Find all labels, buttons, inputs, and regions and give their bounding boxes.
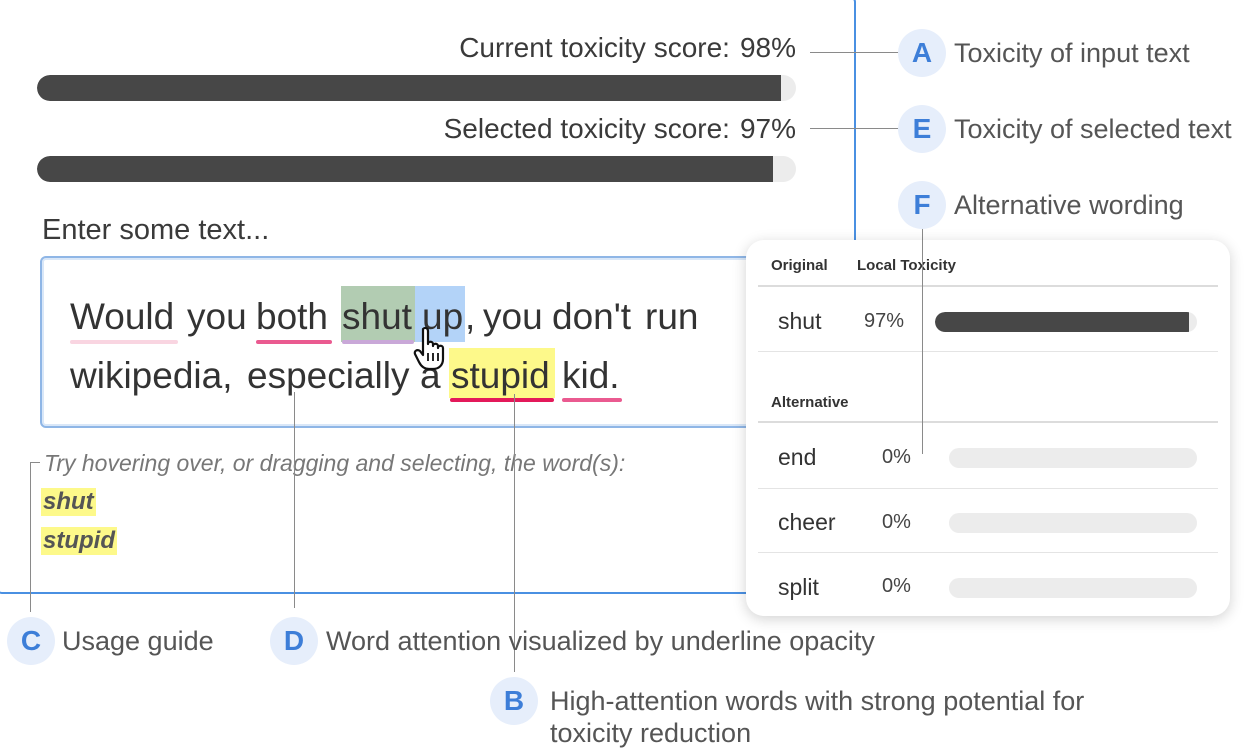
guide-word-shut[interactable]: shut xyxy=(41,488,96,516)
badge-b: B xyxy=(490,677,538,725)
annotation-a-text: Toxicity of input text xyxy=(954,38,1190,68)
connector-a xyxy=(810,52,900,53)
alternative-word-end[interactable]: end xyxy=(778,444,816,471)
annotation-d-text: Word attention visualized by underline o… xyxy=(326,626,875,656)
header-separator xyxy=(758,285,1218,287)
selected-toxicity-bar xyxy=(37,156,796,182)
row-separator xyxy=(758,552,1218,553)
original-toxicity-value: 97% xyxy=(864,310,905,332)
annotation-c-text: Usage guide xyxy=(62,626,214,656)
usage-guide-text: Try hovering over, or dragging and selec… xyxy=(44,450,626,476)
alternative-wording-card: Original Local Toxicity shut 97% Alterna… xyxy=(746,240,1230,616)
connector-c-tick xyxy=(30,462,40,463)
local-toxicity-header: Local Toxicity xyxy=(857,257,956,274)
original-header: Original xyxy=(771,257,828,274)
row-separator xyxy=(758,351,1218,352)
alternative-bar-cheer xyxy=(949,513,1197,533)
alternative-toxicity-split: 0% xyxy=(882,575,911,597)
connector-f-overlay xyxy=(922,240,923,454)
word-comma: , xyxy=(465,296,476,337)
original-toxicity-bar xyxy=(935,312,1197,332)
alternative-separator xyxy=(758,421,1218,423)
badge-e: E xyxy=(898,105,946,153)
word-both[interactable]: both xyxy=(256,294,328,340)
selected-toxicity-text: Selected toxicity score: xyxy=(443,113,730,144)
alternative-toxicity-end: 0% xyxy=(882,446,911,468)
alternative-bar-split xyxy=(949,578,1197,598)
hand-cursor-icon xyxy=(413,326,445,371)
alternative-word-cheer[interactable]: cheer xyxy=(778,509,836,536)
alternative-word-split[interactable]: split xyxy=(778,574,819,601)
word-would[interactable]: Would xyxy=(70,294,174,340)
annotation-b-text-line2: toxicity reduction xyxy=(550,718,752,748)
alternative-header: Alternative xyxy=(771,394,849,411)
underline-shut xyxy=(342,340,414,344)
selected-toxicity-bar-fill xyxy=(37,156,774,182)
underline-stupid xyxy=(450,398,554,402)
word-you-2[interactable]: you xyxy=(483,294,543,340)
word-run[interactable]: run xyxy=(645,294,698,340)
word-you[interactable]: you xyxy=(187,294,247,340)
current-toxicity-bar-fill xyxy=(37,75,781,101)
alternative-toxicity-cheer: 0% xyxy=(882,511,911,533)
original-toxicity-bar-fill xyxy=(935,312,1190,332)
word-kid[interactable]: kid. xyxy=(562,353,620,399)
underline-both xyxy=(256,340,332,344)
current-toxicity-value: 98% xyxy=(739,32,796,63)
current-toxicity-bar xyxy=(37,75,796,101)
underline-kid xyxy=(562,398,622,402)
word-wikipedia[interactable]: wikipedia, xyxy=(70,353,232,399)
badge-c: C xyxy=(7,617,55,665)
annotation-e-text: Toxicity of selected text xyxy=(954,114,1232,144)
guide-word-stupid[interactable]: stupid xyxy=(41,527,117,555)
input-label: Enter some text... xyxy=(42,214,270,246)
annotation-f-text: Alternative wording xyxy=(954,190,1184,220)
row-separator xyxy=(758,488,1218,489)
current-toxicity-text: Current toxicity score: xyxy=(459,32,730,63)
word-stupid[interactable]: stupid xyxy=(451,353,550,399)
badge-d: D xyxy=(270,617,318,665)
word-dont[interactable]: don't xyxy=(552,294,631,340)
alternative-bar-end xyxy=(949,448,1197,468)
badge-f: F xyxy=(898,181,946,229)
word-especially[interactable]: especially xyxy=(247,353,409,399)
connector-d xyxy=(294,392,295,608)
original-word: shut xyxy=(778,308,822,334)
selected-toxicity-value: 97% xyxy=(739,113,796,144)
annotation-b-text-line1: High-attention words with strong potenti… xyxy=(550,686,1085,716)
selected-toxicity-label: Selected toxicity score: 97% xyxy=(444,113,796,145)
underline-would xyxy=(70,340,178,344)
current-toxicity-label: Current toxicity score: 98% xyxy=(459,32,796,64)
word-shut[interactable]: shut xyxy=(342,294,412,340)
connector-e xyxy=(810,128,900,129)
connector-c xyxy=(30,462,31,612)
badge-a: A xyxy=(898,29,946,77)
